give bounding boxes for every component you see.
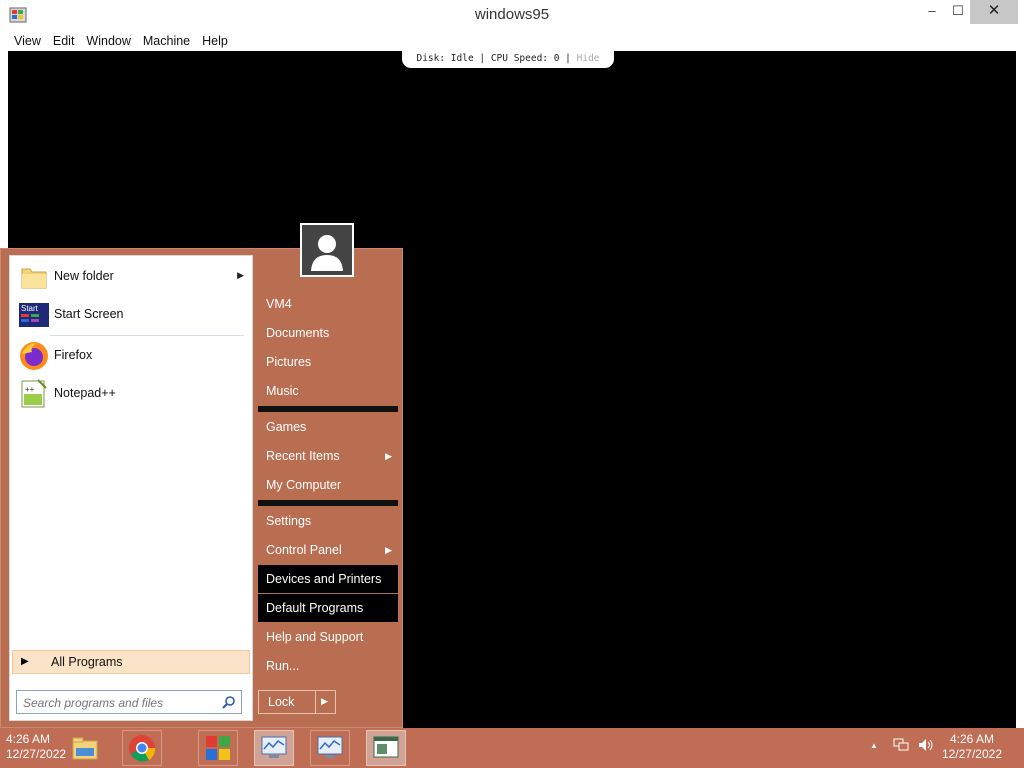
- taskbar-app-monitor-1[interactable]: [254, 730, 294, 766]
- divider: [315, 691, 316, 713]
- taskbar-chrome[interactable]: [122, 730, 162, 766]
- start-item-control-panel[interactable]: Control Panel ▶: [258, 536, 398, 564]
- menu-machine[interactable]: Machine: [137, 31, 196, 51]
- start-item-games[interactable]: Games: [258, 413, 398, 441]
- user-silhouette-icon: [311, 235, 343, 271]
- file-explorer-icon: [72, 737, 98, 760]
- search-input[interactable]: [21, 694, 221, 712]
- submenu-arrow-icon: ▶: [237, 270, 244, 280]
- start-item-pictures[interactable]: Pictures: [258, 348, 398, 376]
- clock-time: 4:26 AM: [6, 732, 51, 746]
- svg-text:++: ++: [25, 385, 35, 394]
- start-menu-programs-pane: New folder ▶ Start Start Screen Firefox …: [9, 255, 253, 721]
- chrome-icon: [129, 735, 156, 762]
- network-icon[interactable]: [893, 738, 909, 752]
- user-avatar[interactable]: [300, 223, 354, 277]
- submenu-arrow-icon: ▶: [385, 545, 392, 555]
- start-item-vm4[interactable]: VM4: [258, 290, 398, 318]
- program-start-screen[interactable]: Start Start Screen: [14, 298, 250, 332]
- divider: [258, 406, 398, 412]
- start-item-music[interactable]: Music: [258, 377, 398, 405]
- menu-window[interactable]: Window: [80, 31, 136, 51]
- search-box: [16, 690, 242, 714]
- menu-bar: View Edit Window Machine Help: [8, 31, 1016, 51]
- start-item-default-programs[interactable]: Default Programs: [258, 594, 398, 622]
- taskbar-file-explorer[interactable]: [66, 730, 106, 766]
- start-item-my-computer[interactable]: My Computer: [258, 471, 398, 499]
- submenu-arrow-icon: ▶: [385, 451, 392, 461]
- search-icon[interactable]: [222, 695, 236, 709]
- tray-expand-icon[interactable]: ▲: [870, 741, 878, 750]
- start-screen-icon: Start: [19, 303, 49, 327]
- taskbar-clock-right[interactable]: 4:26 AM 12/27/2022: [942, 732, 1002, 762]
- start-item-documents[interactable]: Documents: [258, 319, 398, 347]
- program-firefox[interactable]: Firefox: [14, 339, 250, 373]
- menu-edit[interactable]: Edit: [47, 31, 81, 51]
- volume-icon[interactable]: [918, 738, 934, 752]
- firefox-icon: [20, 342, 48, 370]
- divider: [50, 335, 244, 336]
- emulator-status-bar: Disk: Idle | CPU Speed: 0 | Hide: [402, 50, 614, 68]
- taskbar: 4:26 AM 12/27/2022 ▲ 4:26 AM 12/27/2022: [0, 728, 1024, 768]
- monitor-icon: [261, 736, 287, 758]
- menu-view[interactable]: View: [8, 31, 47, 51]
- start-screen-icon-text: Start: [21, 304, 39, 313]
- system-tray: ▲: [870, 738, 934, 752]
- folder-icon: [21, 268, 47, 289]
- menu-help[interactable]: Help: [196, 31, 234, 51]
- taskbar-clock-left: 4:26 AM 12/27/2022: [6, 732, 66, 762]
- start-item-label: Recent Items: [266, 449, 340, 463]
- program-label: New folder: [54, 269, 114, 283]
- status-text: Disk: Idle | CPU Speed: 0 |: [416, 53, 571, 64]
- clock-date: 12/27/2022: [941, 747, 1002, 761]
- taskbar-app-window[interactable]: [366, 730, 406, 766]
- start-item-help-and-support[interactable]: Help and Support: [258, 623, 398, 651]
- start-item-devices-and-printers[interactable]: Devices and Printers: [258, 565, 398, 593]
- start-item-run[interactable]: Run...: [258, 652, 398, 680]
- program-label: Start Screen: [54, 307, 124, 321]
- notepad-plus-plus-icon: ++: [21, 379, 47, 408]
- start-item-settings[interactable]: Settings: [258, 507, 398, 535]
- program-new-folder[interactable]: New folder ▶: [14, 260, 250, 294]
- start-item-label: Control Panel: [266, 543, 342, 557]
- all-programs-label: All Programs: [51, 655, 123, 669]
- lock-button[interactable]: Lock ▶: [258, 690, 336, 714]
- hide-status-link[interactable]: Hide: [577, 53, 600, 64]
- window-app-icon: [373, 736, 399, 758]
- monitor-icon: [317, 736, 343, 758]
- taskbar-app-monitor-2[interactable]: [310, 730, 350, 766]
- clock-date: 12/27/2022: [6, 747, 67, 761]
- program-notepad-plus-plus[interactable]: ++ Notepad++: [14, 377, 250, 411]
- start-item-recent-items[interactable]: Recent Items ▶: [258, 442, 398, 470]
- all-programs-button[interactable]: ▶ All Programs: [12, 650, 250, 674]
- program-label: Firefox: [54, 348, 93, 362]
- windows95-icon: [206, 736, 230, 760]
- window-frame-right: [1016, 31, 1024, 728]
- program-label: Notepad++: [54, 386, 116, 400]
- taskbar-windows95[interactable]: [198, 730, 238, 766]
- divider: [258, 500, 398, 506]
- clock-time: 4:26 AM: [949, 732, 994, 746]
- triangle-right-icon: ▶: [21, 656, 29, 667]
- window-title: windows95: [474, 6, 550, 23]
- close-button[interactable]: ✕: [970, 0, 1018, 24]
- lock-options-arrow-icon[interactable]: ▶: [321, 696, 328, 707]
- window-titlebar: windows95 ‒ ☐ ✕: [0, 0, 1024, 32]
- lock-label: Lock: [268, 695, 295, 709]
